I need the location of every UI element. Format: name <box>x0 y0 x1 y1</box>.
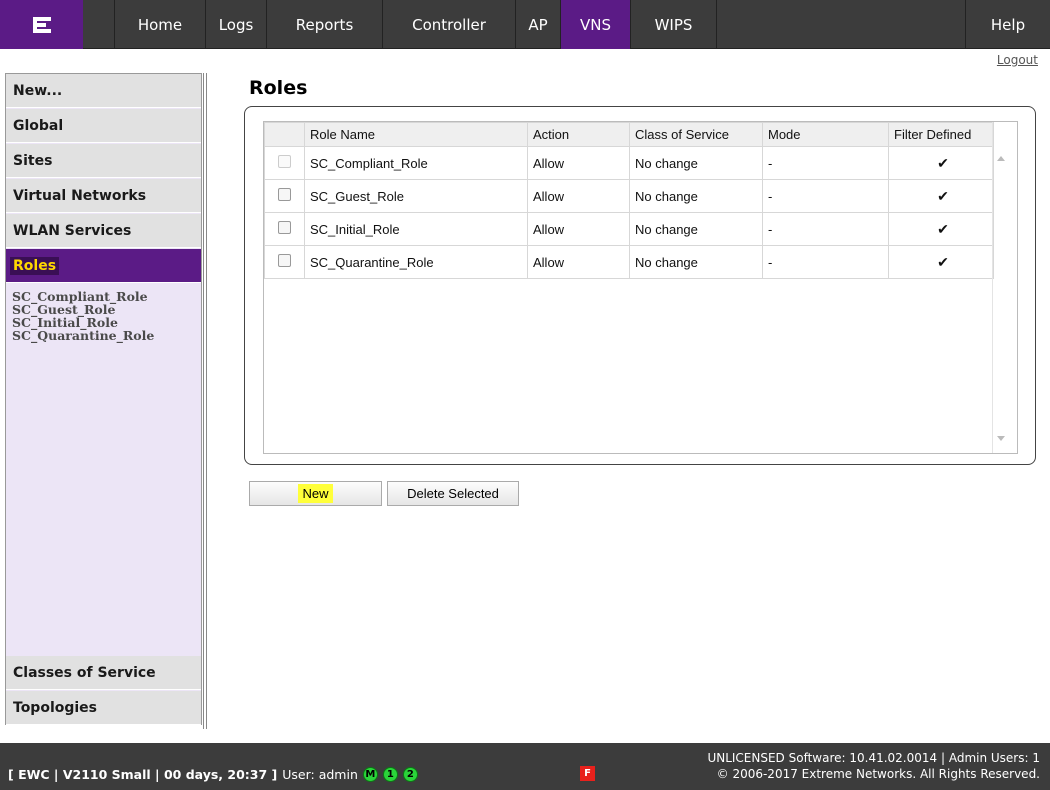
action-cell: Allow <box>527 146 630 180</box>
mode-cell: - <box>762 179 889 213</box>
1-status-icon[interactable]: 1 <box>382 767 398 782</box>
table-scrollbar[interactable] <box>992 122 1017 453</box>
tab-wips[interactable]: WIPS <box>630 0 716 49</box>
sidebar-item-roles[interactable]: Roles <box>6 249 201 283</box>
mode-cell: - <box>762 212 889 246</box>
roles-sublist: SC_Compliant_Role SC_Guest_Role SC_Initi… <box>12 290 154 342</box>
cos-cell: No change <box>629 212 763 246</box>
roles-table: Role Name Action Class of Service Mode F… <box>263 121 1018 454</box>
sidebar-divider[interactable] <box>203 73 207 729</box>
mode-cell: - <box>762 245 889 279</box>
new-button-label: New <box>298 484 333 503</box>
filter-check-icon: ✔ <box>888 245 994 279</box>
col-mode[interactable]: Mode <box>762 122 889 147</box>
table-row[interactable]: SC_Guest_Role Allow No change - ✔ <box>264 179 994 213</box>
col-role-name[interactable]: Role Name <box>304 122 528 147</box>
sublist-item[interactable]: SC_Quarantine_Role <box>12 329 154 342</box>
tab-home[interactable]: Home <box>114 0 205 49</box>
cos-cell: No change <box>629 179 763 213</box>
role-name-cell[interactable]: SC_Compliant_Role <box>304 146 528 180</box>
extreme-logo[interactable] <box>0 0 83 49</box>
cos-cell: No change <box>629 146 763 180</box>
sidebar-item-virtual-networks[interactable]: Virtual Networks <box>6 179 201 213</box>
tab-help[interactable]: Help <box>965 0 1050 49</box>
m-status-icon[interactable]: M <box>362 767 378 782</box>
role-name-cell[interactable]: SC_Guest_Role <box>304 179 528 213</box>
copyright: © 2006-2017 Extreme Networks. All Rights… <box>716 767 1040 781</box>
col-filter-defined[interactable]: Filter Defined <box>888 122 994 147</box>
tab-controller[interactable]: Controller <box>382 0 515 49</box>
status-bar: [ EWC | V2110 Small | 00 days, 20:37 ] U… <box>0 743 1050 790</box>
role-name-cell[interactable]: SC_Quarantine_Role <box>304 245 528 279</box>
action-cell: Allow <box>527 212 630 246</box>
filter-check-icon: ✔ <box>888 179 994 213</box>
license-info: UNLICENSED Software: 10.41.02.0014 | Adm… <box>707 751 1040 765</box>
action-cell: Allow <box>527 245 630 279</box>
action-cell: Allow <box>527 179 630 213</box>
logo-icon <box>32 16 51 33</box>
table-row[interactable]: SC_Initial_Role Allow No change - ✔ <box>264 212 994 246</box>
sidebar-item-global[interactable]: Global <box>6 109 201 143</box>
select-all-header <box>264 122 305 147</box>
col-class-of-service[interactable]: Class of Service <box>629 122 763 147</box>
system-info: [ EWC | V2110 Small | 00 days, 20:37 ] <box>8 767 278 782</box>
new-button[interactable]: New <box>249 481 382 506</box>
tab-reports[interactable]: Reports <box>266 0 382 49</box>
cos-cell: No change <box>629 245 763 279</box>
tab-logs[interactable]: Logs <box>205 0 266 49</box>
row-checkbox[interactable] <box>278 188 291 201</box>
logout-link[interactable]: Logout <box>997 53 1038 67</box>
sidebar-item-classes-of-service[interactable]: Classes of Service <box>6 656 201 690</box>
alarm-flag-icon[interactable]: F <box>580 766 595 781</box>
table-row[interactable]: SC_Compliant_Role Allow No change - ✔ <box>264 146 994 180</box>
row-checkbox[interactable] <box>278 221 291 234</box>
status-left: [ EWC | V2110 Small | 00 days, 20:37 ] U… <box>8 767 418 782</box>
sidebar-item-wlan-services[interactable]: WLAN Services <box>6 214 201 248</box>
filter-check-icon: ✔ <box>888 146 994 180</box>
status-right: UNLICENSED Software: 10.41.02.0014 | Adm… <box>707 750 1040 782</box>
scroll-up-icon[interactable] <box>997 156 1005 161</box>
mode-cell: - <box>762 146 889 180</box>
sidebar-item-topologies[interactable]: Topologies <box>6 691 201 725</box>
col-action[interactable]: Action <box>527 122 630 147</box>
row-checkbox <box>278 155 291 168</box>
top-nav: Home Logs Reports Controller AP VNS WIPS… <box>0 0 1050 49</box>
row-checkbox[interactable] <box>278 254 291 267</box>
tab-ap[interactable]: AP <box>515 0 560 49</box>
role-name-cell[interactable]: SC_Initial_Role <box>304 212 528 246</box>
sidebar-item-sites[interactable]: Sites <box>6 144 201 178</box>
table-row[interactable]: SC_Quarantine_Role Allow No change - ✔ <box>264 245 994 279</box>
sidebar-item-new[interactable]: New... <box>6 74 201 108</box>
delete-selected-button[interactable]: Delete Selected <box>387 481 519 506</box>
scroll-down-icon[interactable] <box>997 436 1005 441</box>
user-info: User: admin <box>282 767 358 782</box>
page-title: Roles <box>249 77 308 99</box>
table-header-row: Role Name Action Class of Service Mode F… <box>264 122 994 147</box>
filter-check-icon: ✔ <box>888 212 994 246</box>
sidebar: New... Global Sites Virtual Networks WLA… <box>5 73 202 725</box>
tab-vns[interactable]: VNS <box>560 0 630 49</box>
2-status-icon[interactable]: 2 <box>402 767 418 782</box>
tab-spacer <box>716 0 965 49</box>
sidebar-item-label: Roles <box>10 256 60 275</box>
